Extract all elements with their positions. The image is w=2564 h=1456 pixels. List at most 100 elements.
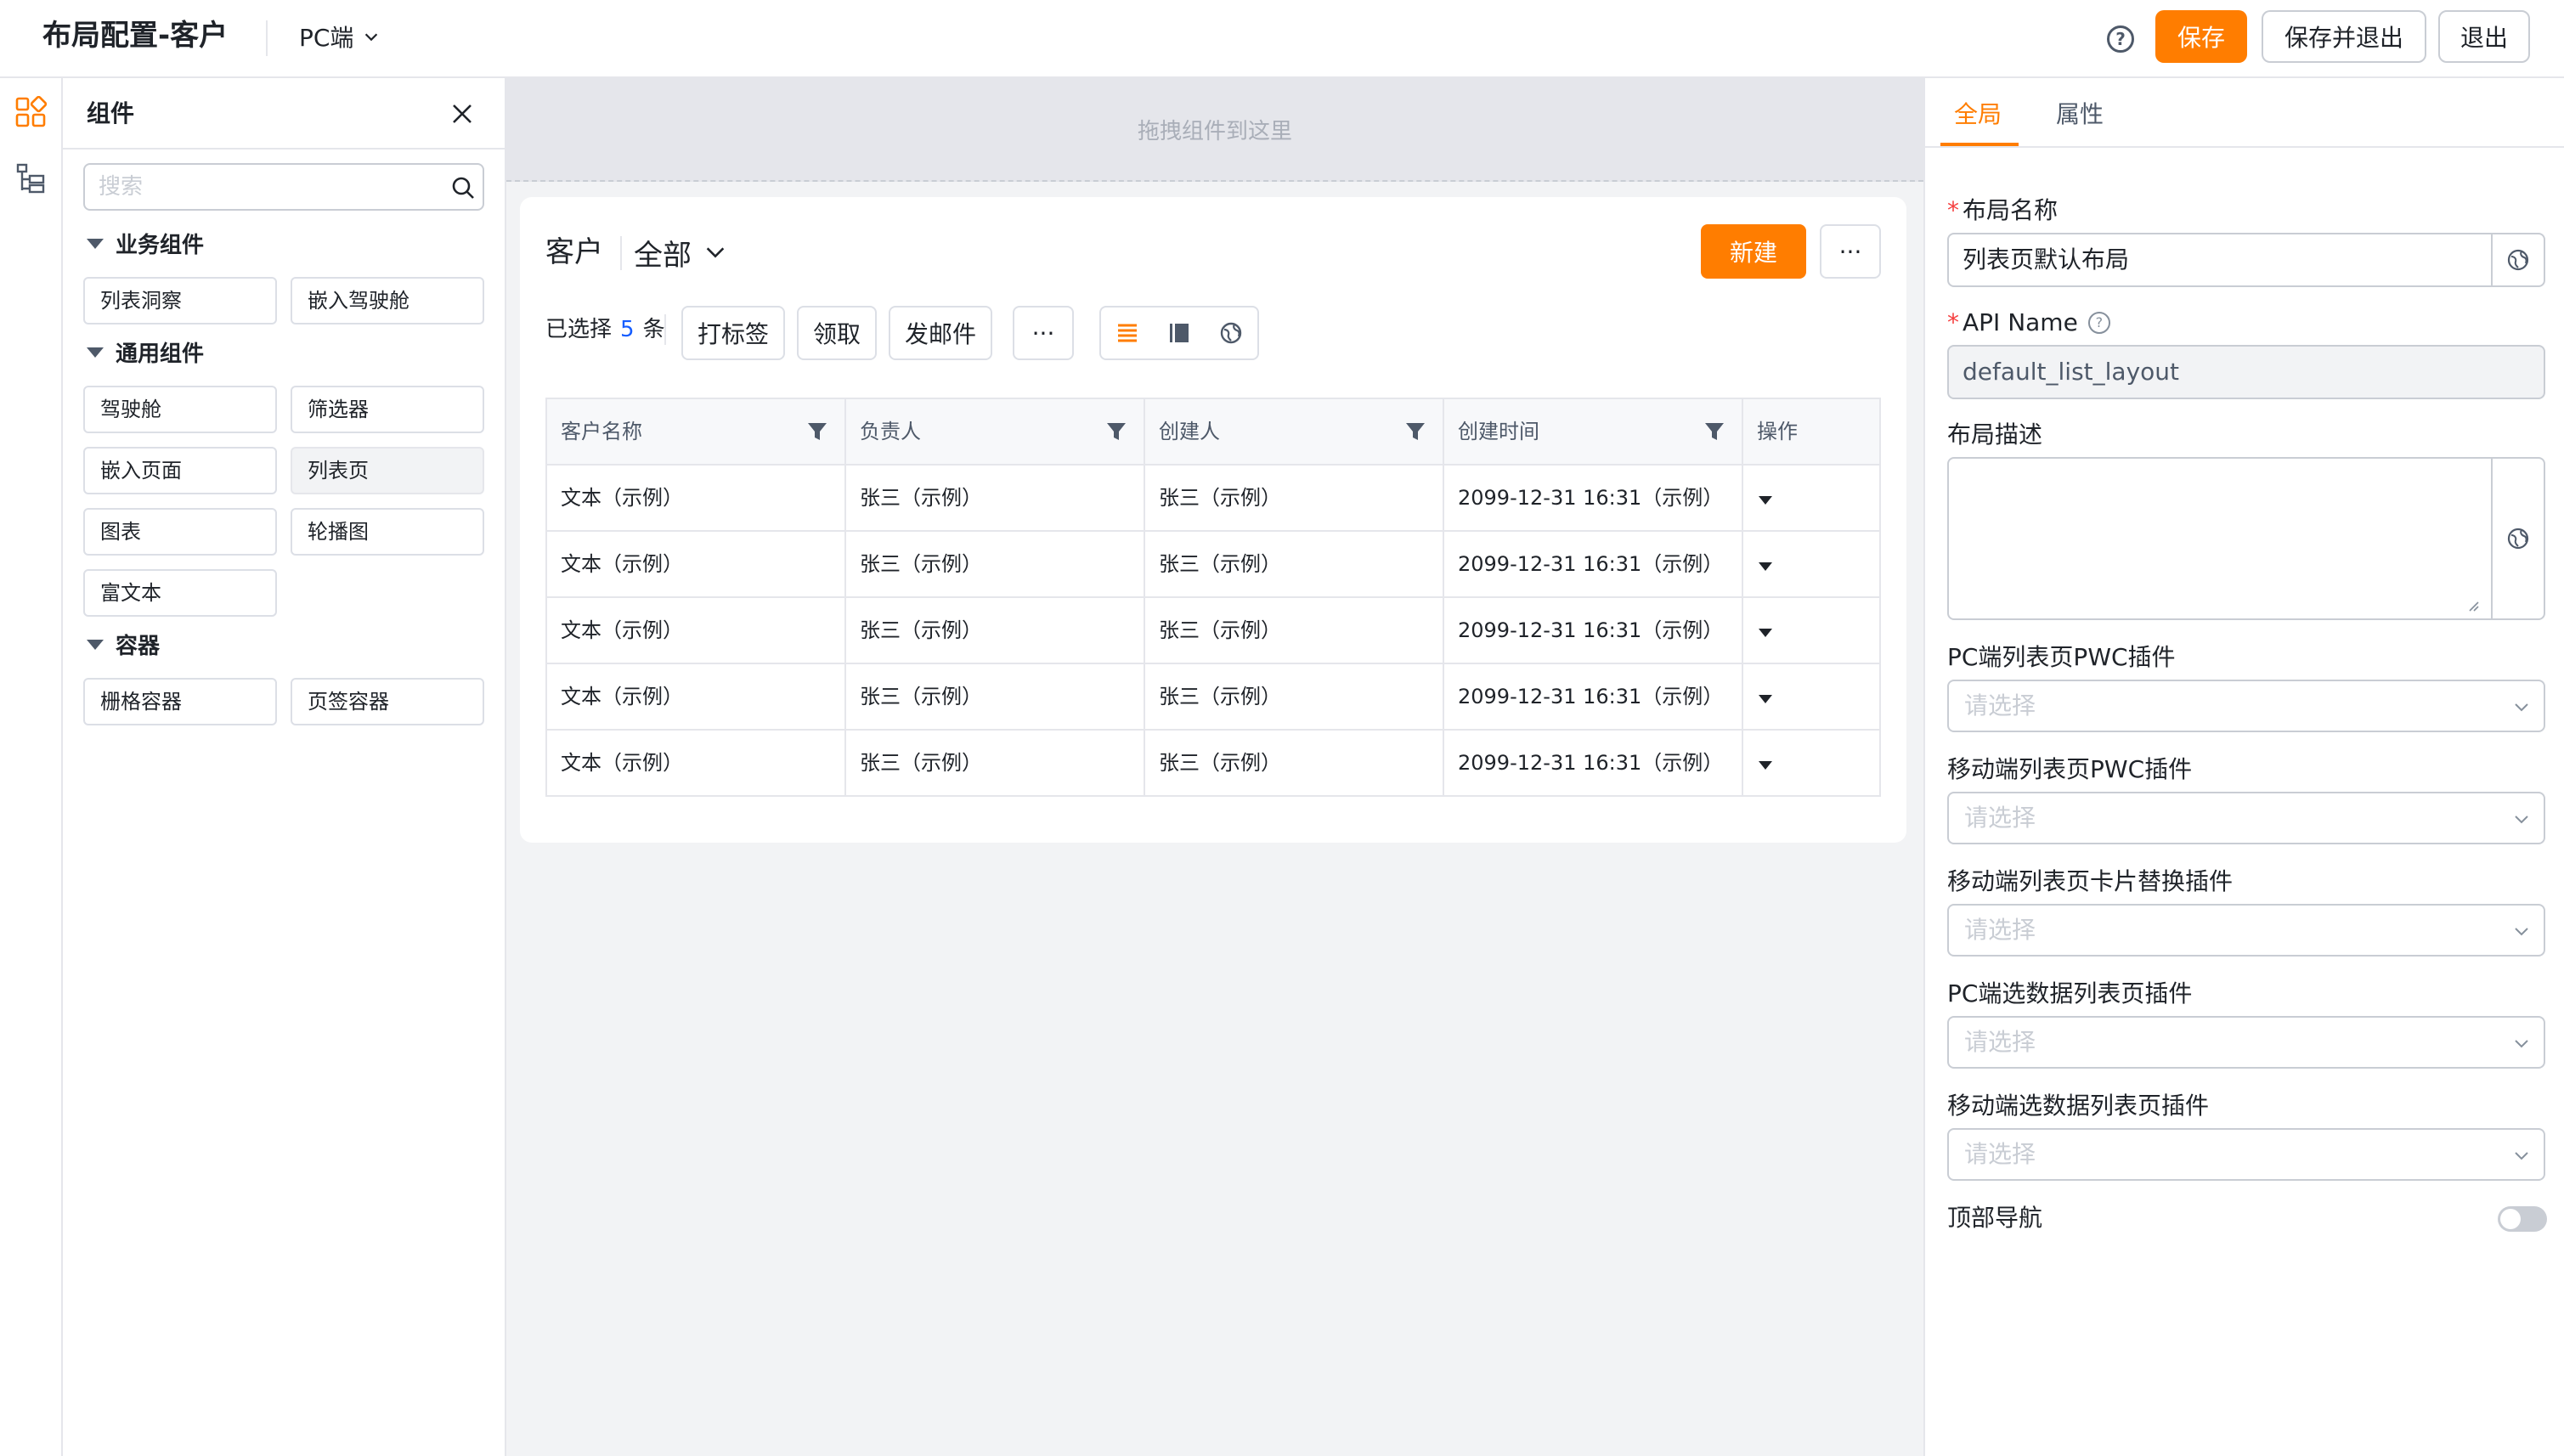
group-containers[interactable]: 容器 xyxy=(87,629,160,660)
chevron-down-icon xyxy=(365,33,378,42)
table-row[interactable]: 文本（示例） 张三（示例） 张三（示例） 2099-12-31 16:31（示例） xyxy=(547,532,1879,598)
component-embed-page[interactable]: 嵌入页面 xyxy=(83,447,277,494)
group-title: 通用组件 xyxy=(116,341,205,367)
row-actions-cell xyxy=(1743,598,1879,663)
card-view-icon[interactable] xyxy=(1162,316,1196,350)
group-title: 容器 xyxy=(116,634,161,659)
view-mode-switch xyxy=(1099,306,1259,360)
column-label: 负责人 xyxy=(860,420,921,443)
row-action-caret-icon[interactable] xyxy=(1759,695,1772,703)
chevron-down-icon xyxy=(2515,1040,2528,1048)
select-placeholder: 请选择 xyxy=(1964,804,2036,832)
mobile-card-plugin-select[interactable]: 请选择 xyxy=(1947,904,2545,957)
filter-icon[interactable] xyxy=(1703,420,1726,443)
component-list-page[interactable]: 列表页 xyxy=(291,447,484,494)
claim-button[interactable]: 领取 xyxy=(797,306,877,360)
tab-attributes[interactable]: 属性 xyxy=(2056,95,2104,134)
object-name: 客户 xyxy=(545,235,603,269)
more-actions-button[interactable]: ··· xyxy=(1820,224,1881,279)
column-header: 创建时间 xyxy=(1444,399,1743,464)
view-select[interactable]: 全部 xyxy=(634,231,727,274)
row-action-caret-icon[interactable] xyxy=(1759,629,1772,637)
select-placeholder: 请选择 xyxy=(1964,1028,2036,1056)
pc-list-plugin-select[interactable]: 请选择 xyxy=(1947,680,2545,732)
list-page-component[interactable]: 客户 全部 新建 ··· 已选择 5 条 打标签 领取 发邮件 ··· 客户名称… xyxy=(520,197,1906,843)
platform-select[interactable]: PC端 xyxy=(299,17,381,56)
table-row[interactable]: 文本（示例） 张三（示例） 张三（示例） 2099-12-31 16:31（示例） xyxy=(547,731,1879,797)
tree-structure-icon[interactable] xyxy=(14,161,48,195)
column-header: 操作 xyxy=(1743,399,1879,464)
table-cell: 2099-12-31 16:31（示例） xyxy=(1444,731,1743,795)
component-filter[interactable]: 筛选器 xyxy=(291,386,484,433)
exit-button[interactable]: 退出 xyxy=(2438,10,2530,63)
tab-global[interactable]: 全局 xyxy=(1954,95,2002,134)
translate-globe-icon[interactable] xyxy=(2491,234,2544,285)
chevron-down-icon xyxy=(2515,703,2528,712)
new-record-button[interactable]: 新建 xyxy=(1701,224,1806,279)
properties-panel: 全局 属性 * 布局名称 列表页默认布局 * API Name ? defaul… xyxy=(1923,78,2564,1456)
save-button[interactable]: 保存 xyxy=(2155,10,2247,63)
component-embed-cockpit[interactable]: 嵌入驾驶舱 xyxy=(291,277,484,324)
table-cell: 文本（示例） xyxy=(547,731,846,795)
filter-icon[interactable] xyxy=(1403,420,1427,443)
help-icon[interactable]: ? xyxy=(2107,25,2134,53)
api-name-label: * API Name ? xyxy=(1947,306,2110,340)
drop-zone[interactable]: 拖拽组件到这里 xyxy=(506,78,1923,182)
filter-icon[interactable] xyxy=(1104,420,1128,443)
component-grid-container[interactable]: 栅格容器 xyxy=(83,678,277,725)
send-email-button[interactable]: 发邮件 xyxy=(889,306,992,360)
caret-down-icon xyxy=(87,347,104,358)
mobile-list-plugin-select[interactable]: 请选择 xyxy=(1947,792,2545,844)
translate-globe-icon[interactable] xyxy=(2491,459,2544,618)
component-list-insight[interactable]: 列表洞察 xyxy=(83,277,277,324)
resize-handle-icon[interactable] xyxy=(2467,600,2479,612)
row-action-caret-icon[interactable] xyxy=(1759,761,1772,770)
components-grid-icon[interactable] xyxy=(14,95,48,129)
table-cell: 文本（示例） xyxy=(547,466,846,530)
pc-picker-plugin-select[interactable]: 请选择 xyxy=(1947,1016,2545,1069)
row-actions-cell xyxy=(1743,731,1879,795)
group-business[interactable]: 业务组件 xyxy=(87,228,204,259)
row-actions-cell xyxy=(1743,532,1879,596)
table-row[interactable]: 文本（示例） 张三（示例） 张三（示例） 2099-12-31 16:31（示例） xyxy=(547,466,1879,532)
more-batch-actions-button[interactable]: ··· xyxy=(1013,306,1074,360)
table-cell: 张三（示例） xyxy=(1145,731,1444,795)
top-header: 布局配置-客户 PC端 ? 保存 保存并退出 退出 xyxy=(0,0,2564,78)
top-nav-toggle[interactable] xyxy=(2498,1206,2547,1232)
component-tab-container[interactable]: 页签容器 xyxy=(291,678,484,725)
component-search-input[interactable] xyxy=(99,165,438,209)
search-icon[interactable] xyxy=(450,175,476,200)
column-label: 客户名称 xyxy=(561,420,642,443)
close-icon[interactable] xyxy=(443,95,481,133)
tag-button[interactable]: 打标签 xyxy=(681,306,785,360)
group-title: 业务组件 xyxy=(116,233,205,258)
table-row[interactable]: 文本（示例） 张三（示例） 张三（示例） 2099-12-31 16:31（示例） xyxy=(547,664,1879,731)
row-action-caret-icon[interactable] xyxy=(1759,562,1772,571)
table-row[interactable]: 文本（示例） 张三（示例） 张三（示例） 2099-12-31 16:31（示例） xyxy=(547,598,1879,664)
table-cell: 2099-12-31 16:31（示例） xyxy=(1444,532,1743,596)
mobile-picker-plugin-select[interactable]: 请选择 xyxy=(1947,1128,2545,1181)
field-label-text: API Name xyxy=(1963,308,2078,336)
help-icon[interactable]: ? xyxy=(2087,312,2110,334)
save-and-exit-button[interactable]: 保存并退出 xyxy=(2262,10,2426,63)
required-mark: * xyxy=(1947,308,1959,336)
component-chart[interactable]: 图表 xyxy=(83,508,277,556)
filter-icon[interactable] xyxy=(805,420,829,443)
page-title: 布局配置-客户 xyxy=(42,19,229,53)
selection-divider xyxy=(664,314,666,345)
component-cockpit[interactable]: 驾驶舱 xyxy=(83,386,277,433)
caret-down-icon xyxy=(87,639,104,650)
field-label-text: 布局名称 xyxy=(1963,196,2059,224)
table-cell: 张三（示例） xyxy=(846,466,1145,530)
panel-divider xyxy=(63,148,505,150)
description-textarea[interactable] xyxy=(1947,457,2545,620)
globe-icon[interactable] xyxy=(1214,316,1248,350)
tabs-divider xyxy=(1925,146,2564,148)
component-rich-text[interactable]: 富文本 xyxy=(83,569,277,617)
row-actions-cell xyxy=(1743,664,1879,729)
component-carousel[interactable]: 轮播图 xyxy=(291,508,484,556)
layout-name-field[interactable]: 列表页默认布局 xyxy=(1947,233,2545,287)
row-action-caret-icon[interactable] xyxy=(1759,496,1772,505)
group-common[interactable]: 通用组件 xyxy=(87,336,204,368)
list-view-icon[interactable] xyxy=(1110,316,1144,350)
